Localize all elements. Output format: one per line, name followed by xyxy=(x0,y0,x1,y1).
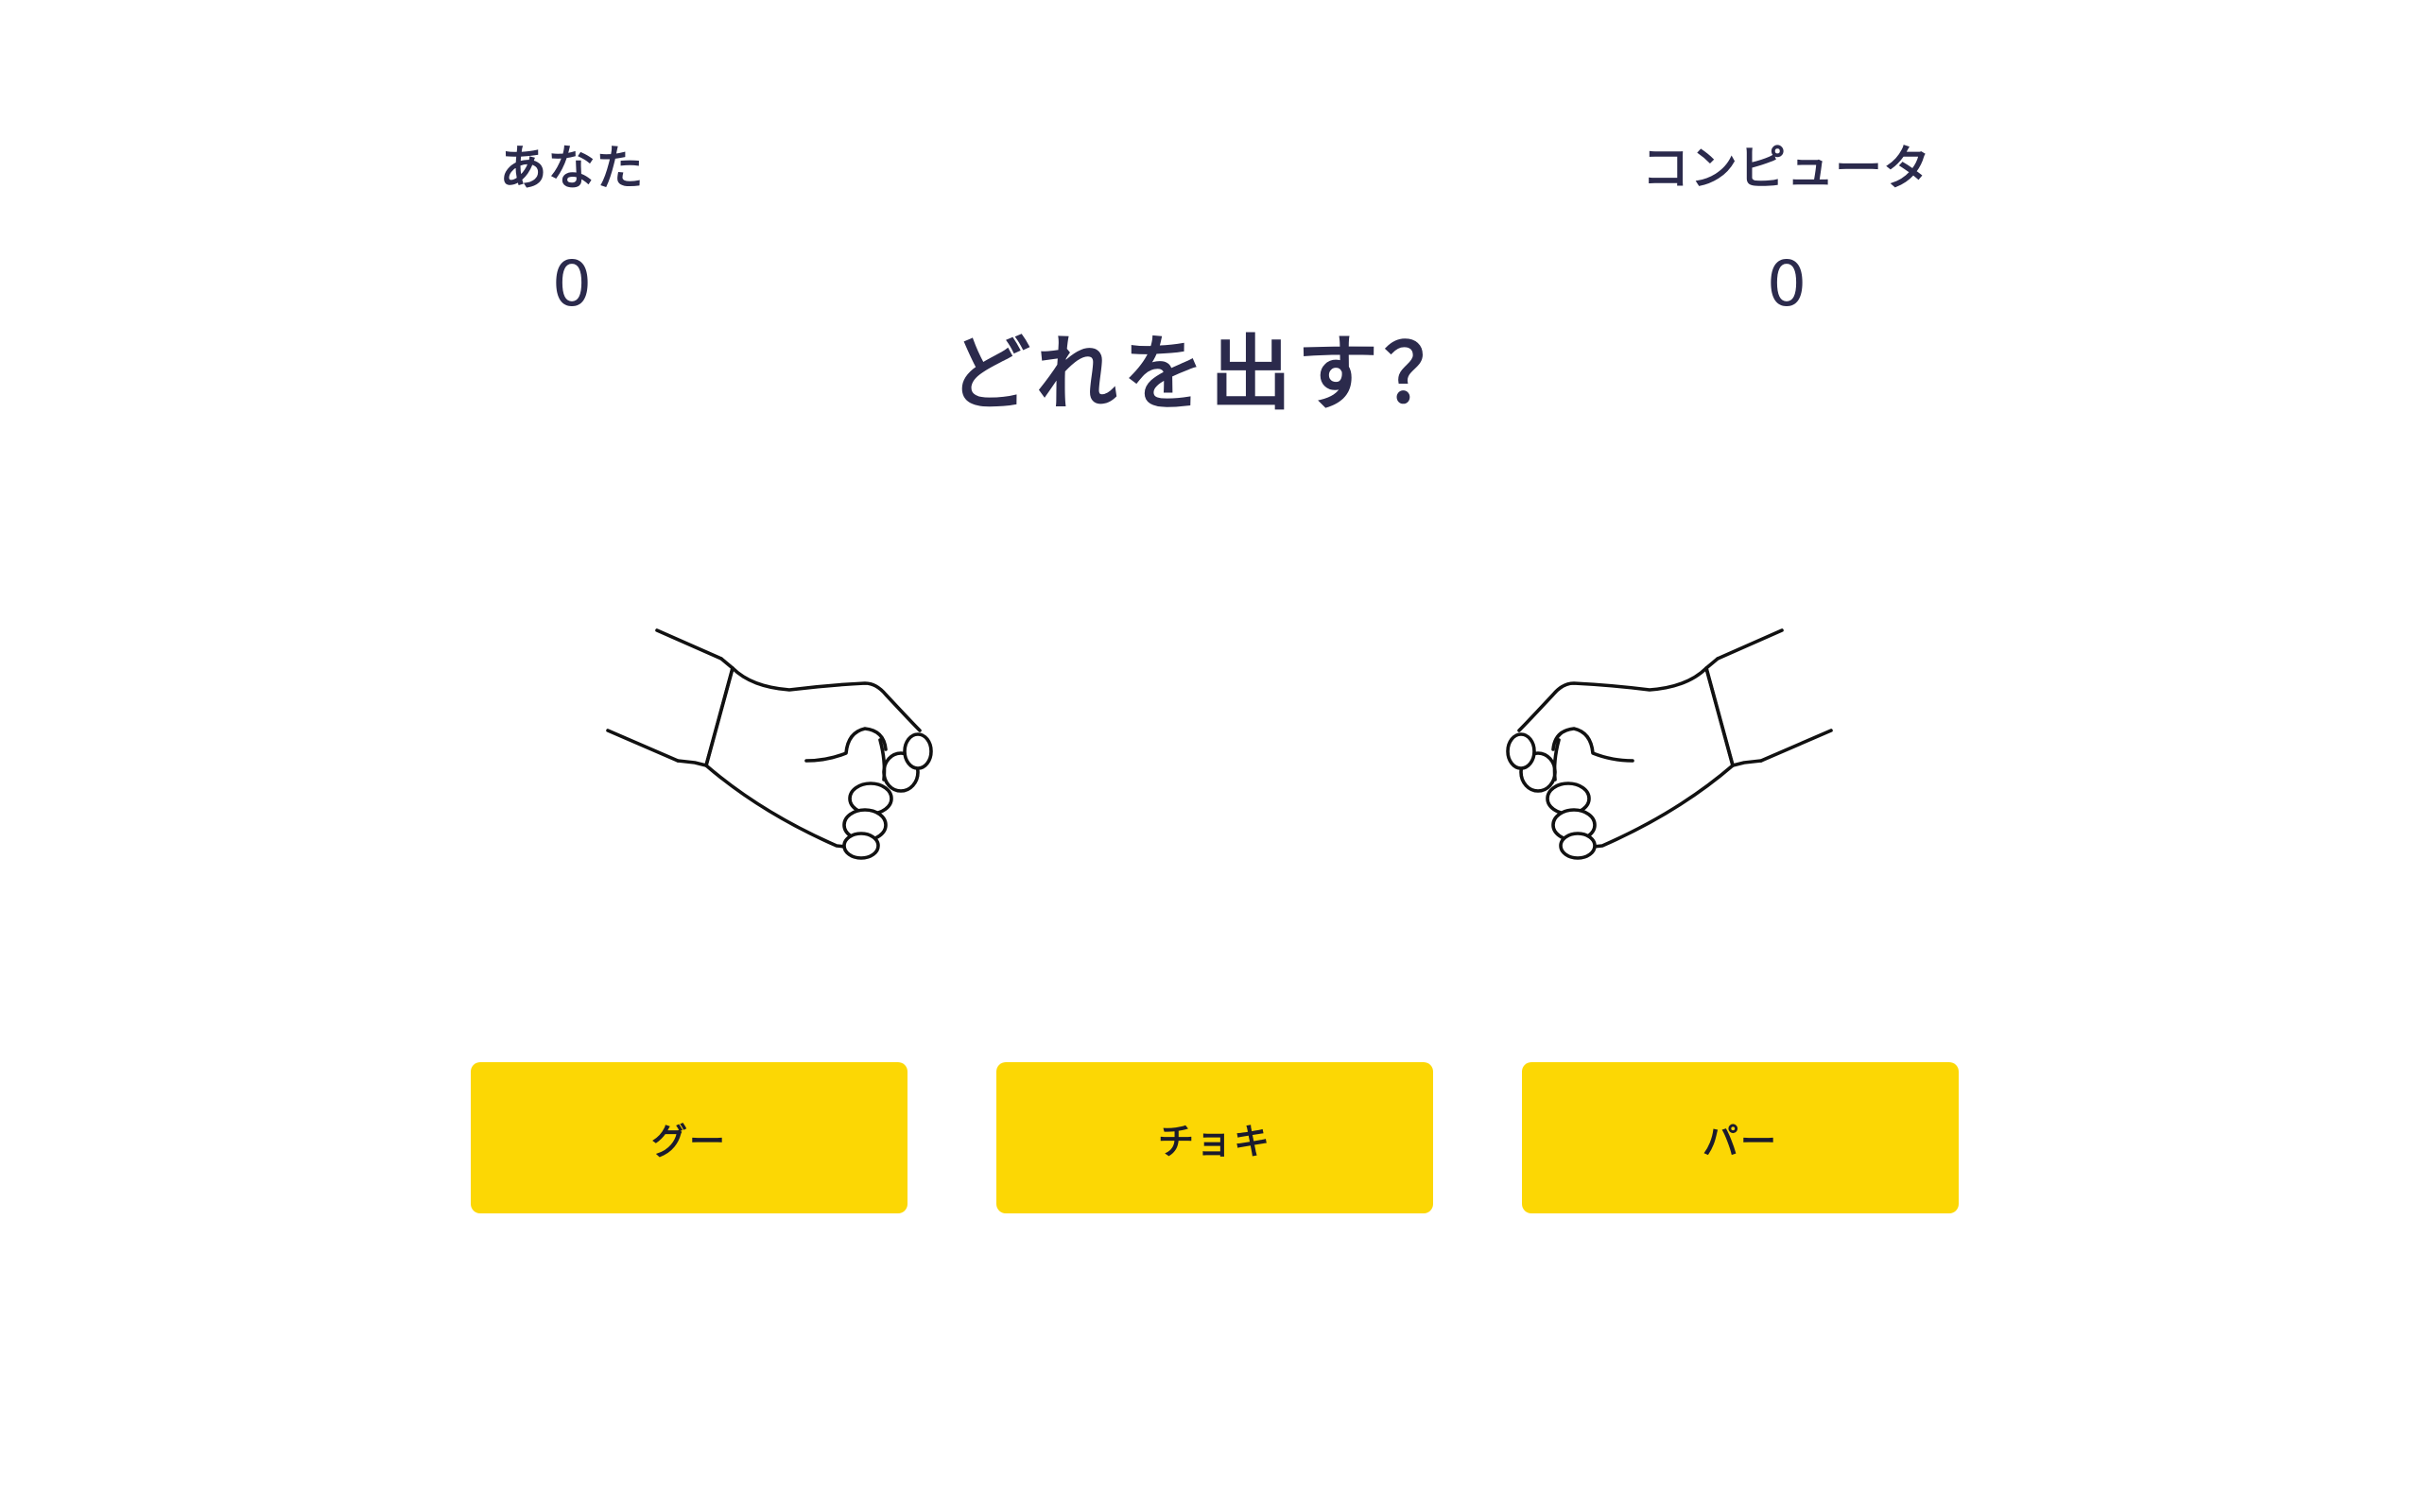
player-score: 0 xyxy=(552,248,592,320)
paper-button[interactable]: パー xyxy=(1522,1062,1959,1213)
computer-hand-rock-icon xyxy=(1470,619,1839,865)
player-label: あなた xyxy=(499,141,645,196)
computer-label: コンピュータ xyxy=(1642,141,1931,196)
scissors-button[interactable]: チョキ xyxy=(996,1062,1433,1213)
player-hand-rock-icon xyxy=(600,619,969,865)
rock-button[interactable]: グー xyxy=(471,1062,908,1213)
game-stage: あなた 0 コンピュータ 0 どれを出す？ グー チョキ パー xyxy=(0,0,2420,1512)
prompt-title: どれを出す？ xyxy=(949,327,1471,421)
